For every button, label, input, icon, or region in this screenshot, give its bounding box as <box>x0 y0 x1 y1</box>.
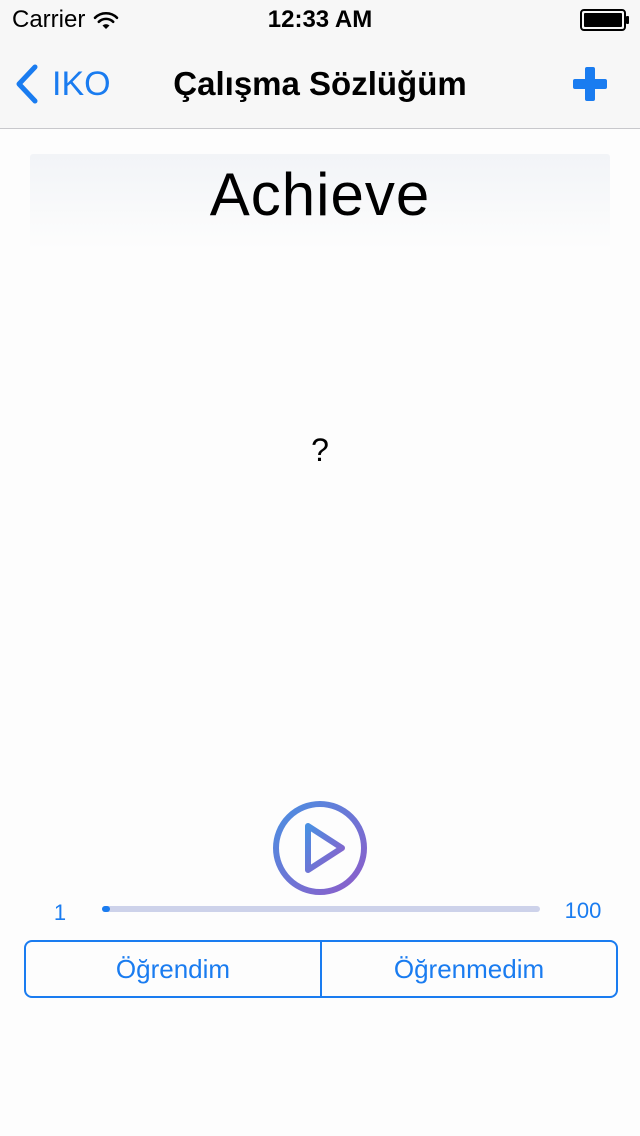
status-bar: Carrier 12:33 AM <box>0 0 640 40</box>
learn-segmented-control: Öğrendim Öğrenmedim <box>24 940 618 998</box>
battery-icon <box>580 9 629 31</box>
page-title: Çalışma Sözlüğüm <box>173 65 467 102</box>
word-card: Achieve <box>30 154 610 250</box>
play-icon[interactable] <box>270 798 370 898</box>
plus-icon[interactable] <box>570 64 610 104</box>
navigation-bar: IKO Çalışma Sözlüğüm <box>0 40 640 129</box>
meaning-label[interactable]: ? <box>0 432 640 468</box>
screen: Carrier 12:33 AM IKO Çalışma Sözlüğüm Ac… <box>0 0 640 1136</box>
status-time: 12:33 AM <box>267 6 373 33</box>
word-label: Achieve <box>209 161 431 228</box>
slider-max-label: 100 <box>564 898 602 923</box>
slider-min-label: 1 <box>53 900 67 925</box>
not-learned-button[interactable]: Öğrenmedim <box>320 942 616 996</box>
slider-fill <box>102 906 110 912</box>
learned-button[interactable]: Öğrendim <box>26 942 320 996</box>
progress-slider[interactable] <box>102 906 540 912</box>
